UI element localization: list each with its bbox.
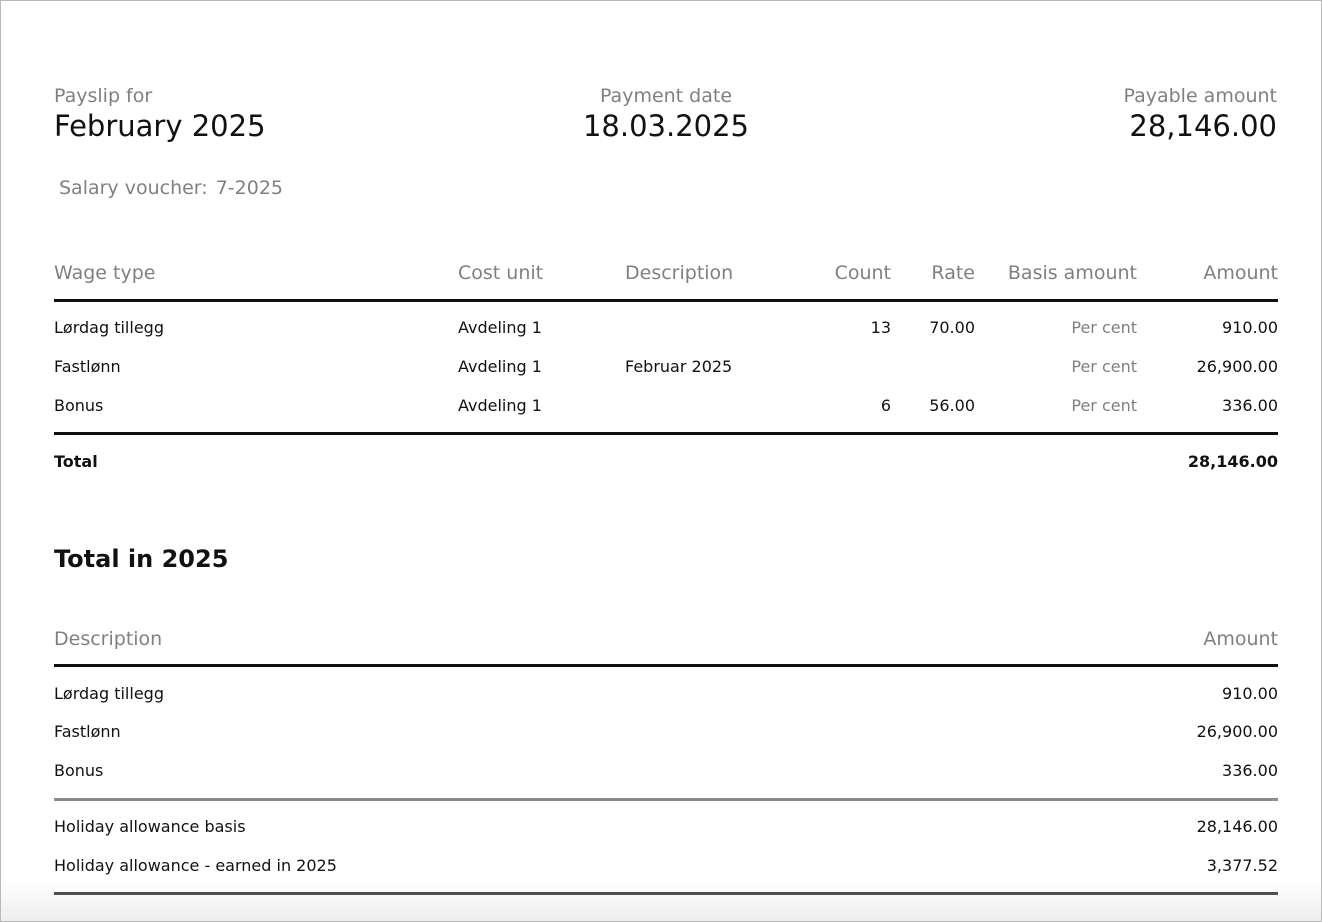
wage-type-cell: Lørdag tillegg [54, 318, 164, 337]
count-cell: 6 [880, 396, 891, 415]
payslip-page: Payslip for February 2025 Payment date 1… [0, 0, 1322, 922]
col-amount: Amount [1203, 262, 1278, 284]
holiday-earned-label: Holiday allowance - earned in 2025 [54, 856, 337, 875]
amount-cell: 336.00 [1222, 396, 1278, 415]
col-description: Description [625, 262, 734, 284]
salary-voucher: Salary voucher: 7-2025 [59, 177, 283, 199]
year-row-description: Fastlønn [54, 722, 121, 741]
year-row-description: Lørdag tillegg [54, 684, 164, 703]
year-header-divider [54, 664, 1278, 667]
year-row-amount: 336.00 [1222, 761, 1278, 780]
payment-date-label: Payment date [599, 85, 733, 107]
col-amount: Amount [1203, 628, 1278, 650]
basis-cell: Per cent [1071, 357, 1137, 376]
year-row-description: Bonus [54, 761, 104, 780]
holiday-basis-label: Holiday allowance basis [54, 817, 246, 836]
holiday-divider [54, 798, 1278, 801]
wage-type-cell: Bonus [54, 396, 104, 415]
header-divider [54, 299, 1278, 302]
payment-date: 18.03.2025 [582, 109, 750, 143]
basis-cell: Per cent [1071, 396, 1137, 415]
cost-unit-cell: Avdeling 1 [458, 396, 542, 415]
basis-cell: Per cent [1071, 318, 1137, 337]
total-label: Total [54, 452, 98, 471]
payable-amount-label: Payable amount [1123, 85, 1277, 107]
col-basis-amount: Basis amount [1007, 262, 1137, 284]
year-row-amount: 910.00 [1222, 684, 1278, 703]
col-rate: Rate [931, 262, 975, 284]
description-cell: Februar 2025 [625, 357, 733, 376]
holiday-earned-amount: 3,377.52 [1206, 856, 1278, 875]
rate-cell: 56.00 [929, 396, 975, 415]
total-amount: 28,146.00 [1187, 452, 1278, 471]
salary-voucher-label: Salary voucher: [59, 177, 208, 199]
holiday-basis-amount: 28,146.00 [1196, 817, 1278, 836]
cost-unit-cell: Avdeling 1 [458, 357, 542, 376]
payslip-for-label: Payslip for [54, 85, 153, 107]
year-total-title: Total in 2025 [54, 545, 229, 573]
rate-cell: 70.00 [929, 318, 975, 337]
payslip-period: February 2025 [54, 109, 266, 143]
year-row-amount: 26,900.00 [1196, 722, 1278, 741]
col-count: Count [834, 262, 891, 284]
col-cost-unit: Cost unit [458, 262, 544, 284]
count-cell: 13 [870, 318, 891, 337]
col-wage-type: Wage type [54, 262, 156, 284]
cost-unit-cell: Avdeling 1 [458, 318, 542, 337]
amount-cell: 26,900.00 [1196, 357, 1278, 376]
page-bottom-shadow [1, 881, 1321, 921]
wage-type-cell: Fastlønn [54, 357, 121, 376]
total-divider [54, 432, 1278, 435]
col-description: Description [54, 628, 163, 650]
salary-voucher-value: 7-2025 [215, 177, 284, 199]
amount-cell: 910.00 [1222, 318, 1278, 337]
payable-amount: 28,146.00 [1129, 109, 1277, 143]
